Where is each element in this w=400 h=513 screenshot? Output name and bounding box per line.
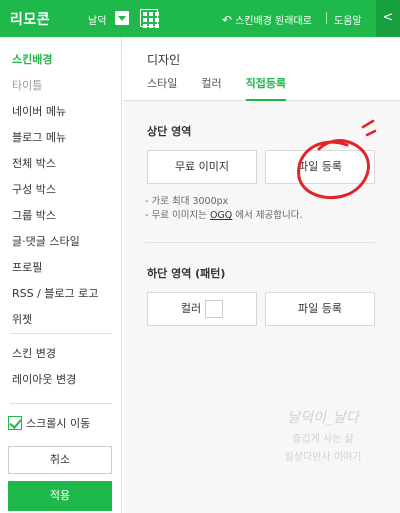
sidebar-divider: [10, 403, 112, 404]
tab-style[interactable]: 스타일: [147, 75, 177, 101]
design-panel-header: 디자인 스타일 컬러 직접등록: [123, 37, 400, 101]
cancel-button[interactable]: 취소: [8, 446, 112, 474]
sidebar-item-title[interactable]: 타이틀: [0, 73, 121, 99]
sidebar-item-widget[interactable]: 위젯: [0, 307, 121, 333]
restore-background-button[interactable]: ↶ 스킨배경 원래대로: [222, 12, 312, 28]
undo-icon: ↶: [222, 12, 233, 27]
free-image-note: - 무료 이미지는 OGQ 에서 제공합니다.: [145, 209, 303, 223]
section-divider: [145, 242, 375, 243]
sidebar-divider: [10, 333, 112, 334]
restore-background-label: 스킨배경 원래대로: [235, 16, 312, 27]
sidebar-item-blog-menu[interactable]: 블로그 메뉴: [0, 125, 121, 151]
sidebar-item-skin-background[interactable]: 스킨배경: [0, 47, 121, 73]
bottom-area-heading: 하단 영역 (패턴): [147, 267, 226, 280]
app-title: 리모콘: [10, 12, 51, 28]
top-area-heading: 상단 영역: [147, 125, 192, 138]
topbar-divider: [326, 12, 327, 24]
design-panel: 디자인 스타일 컬러 직접등록 상단 영역 무료 이미지 파일 등록 - 가로 …: [123, 37, 400, 513]
bottom-file-upload-button[interactable]: 파일 등록: [265, 292, 375, 326]
chevron-down-icon[interactable]: [115, 11, 129, 25]
grid-menu-icon[interactable]: [140, 9, 159, 28]
sidebar-item-post-comment-style[interactable]: 글·댓글 스타일: [0, 229, 121, 255]
sidebar-item-layout-box[interactable]: 구성 박스: [0, 177, 121, 203]
help-link[interactable]: 도움말: [334, 12, 362, 27]
apply-button[interactable]: 적용: [8, 481, 112, 511]
sidebar-item-change-layout[interactable]: 레이아웃 변경: [0, 367, 120, 393]
top-bar: 리모콘 날덕 ↶ 스킨배경 원래대로 도움말 <: [0, 0, 400, 37]
design-tabs: 스타일 컬러 직접등록: [147, 75, 287, 101]
watermark-line: 일상다반사 이야기: [284, 452, 362, 463]
sidebar-menu: 스킨배경 타이틀 네이버 메뉴 블로그 메뉴 전체 박스 구성 박스 그룹 박스…: [0, 37, 121, 333]
tab-color[interactable]: 컬러: [201, 75, 221, 101]
watermark-line: 즐겁게 사는 삶: [292, 434, 354, 445]
sidebar-item-whole-box[interactable]: 전체 박스: [0, 151, 121, 177]
page-title: 디자인: [147, 53, 181, 67]
blog-selector-label[interactable]: 날덕: [88, 12, 106, 27]
color-swatch[interactable]: [205, 300, 224, 318]
free-image-button[interactable]: 무료 이미지: [147, 150, 257, 184]
free-image-note-suffix: 에서 제공합니다.: [232, 210, 303, 221]
watermark-line: 날덕이_날다: [287, 410, 359, 426]
pattern-color-label: 컬러: [180, 302, 202, 315]
max-width-note: - 가로 최대 3000px: [145, 196, 229, 207]
pattern-color-button[interactable]: 컬러: [147, 292, 257, 326]
sidebar-item-profile[interactable]: 프로필: [0, 255, 121, 281]
sidebar-item-rss-blog-logo[interactable]: RSS / 블로그 로고: [0, 281, 121, 307]
sidebar-item-naver-menu[interactable]: 네이버 메뉴: [0, 99, 121, 125]
sidebar-item-group-box[interactable]: 그룹 박스: [0, 203, 121, 229]
free-image-note-prefix: - 무료 이미지는: [145, 210, 210, 221]
sidebar-extra-menu: 스킨 변경 레이아웃 변경: [0, 341, 120, 393]
sidebar: 스킨배경 타이틀 네이버 메뉴 블로그 메뉴 전체 박스 구성 박스 그룹 박스…: [0, 37, 122, 513]
tab-direct-upload[interactable]: 직접등록: [245, 75, 287, 101]
scroll-move-toggle[interactable]: 스크롤시 이동: [8, 415, 90, 431]
ogq-link[interactable]: OGQ: [210, 210, 232, 221]
watermark: 날덕이_날다 즐겁게 사는 삶 일상다반사 이야기: [253, 407, 393, 463]
scroll-move-label: 스크롤시 이동: [26, 417, 91, 430]
red-circle-annotation: [297, 119, 377, 200]
collapse-panel-button[interactable]: <: [376, 0, 400, 37]
checkbox-checked-icon[interactable]: [8, 416, 22, 430]
sidebar-item-change-skin[interactable]: 스킨 변경: [0, 341, 120, 367]
